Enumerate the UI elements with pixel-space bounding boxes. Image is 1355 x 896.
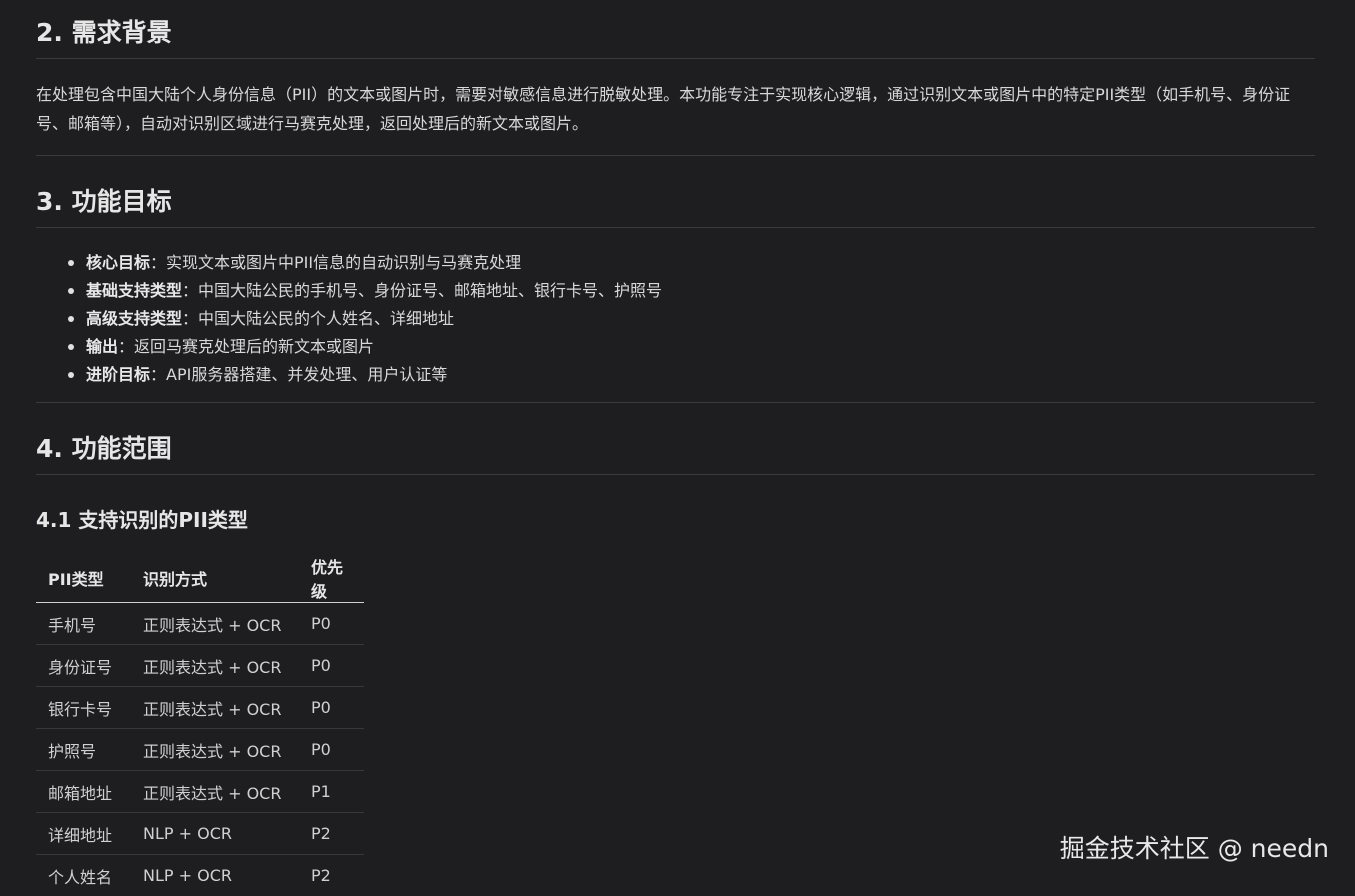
table-row: 手机号 正则表达式 + OCR P0 (36, 603, 364, 645)
goal-text: 返回马赛克处理后的新文本或图片 (134, 337, 374, 356)
table-row: 银行卡号 正则表达式 + OCR P0 (36, 687, 364, 729)
goal-item-basic-types: 基础支持类型：中国大陆公民的手机号、身份证号、邮箱地址、银行卡号、护照号 (86, 277, 1315, 305)
goal-key: 高级支持类型 (86, 309, 182, 328)
goal-key: 核心目标 (86, 253, 150, 272)
goal-sep: ： (150, 365, 166, 384)
cell-pii-type: 银行卡号 (36, 687, 131, 729)
cell-pii-type: 邮箱地址 (36, 771, 131, 813)
section-heading-background: 2. 需求背景 (36, 17, 1315, 59)
section-heading-scope: 4. 功能范围 (36, 433, 1315, 475)
table-row: 个人姓名 NLP + OCR P2 (36, 855, 364, 896)
cell-pii-type: 护照号 (36, 729, 131, 771)
goal-text: 中国大陆公民的个人姓名、详细地址 (198, 309, 454, 328)
background-paragraph: 在处理包含中国大陆个人身份信息（PII）的文本或图片时，需要对敏感信息进行脱敏处… (36, 80, 1315, 138)
section-divider (36, 402, 1315, 403)
pii-types-table: PII类型 识别方式 优先级 手机号 正则表达式 + OCR P0 身份证号 正… (36, 554, 364, 896)
goal-sep: ： (182, 309, 198, 328)
column-header-pii-type: PII类型 (36, 554, 131, 603)
goals-list: 核心目标：实现文本或图片中PII信息的自动识别与马赛克处理 基础支持类型：中国大… (36, 249, 1315, 389)
cell-priority: P0 (299, 729, 364, 771)
goal-text: 中国大陆公民的手机号、身份证号、邮箱地址、银行卡号、护照号 (198, 281, 662, 300)
cell-method: NLP + OCR (131, 813, 299, 855)
cell-priority: P1 (299, 771, 364, 813)
cell-priority: P0 (299, 603, 364, 645)
cell-pii-type: 详细地址 (36, 813, 131, 855)
goal-item-advanced-goals: 进阶目标：API服务器搭建、并发处理、用户认证等 (86, 361, 1315, 389)
cell-priority: P0 (299, 645, 364, 687)
section-divider (36, 155, 1315, 156)
cell-priority: P2 (299, 855, 364, 896)
goal-sep: ： (182, 281, 198, 300)
goal-item-advanced-types: 高级支持类型：中国大陆公民的个人姓名、详细地址 (86, 305, 1315, 333)
goal-text: API服务器搭建、并发处理、用户认证等 (166, 365, 447, 384)
table-header-row: PII类型 识别方式 优先级 (36, 554, 364, 603)
goal-key: 进阶目标 (86, 365, 150, 384)
cell-priority: P2 (299, 813, 364, 855)
section-heading-goals: 3. 功能目标 (36, 186, 1315, 228)
goal-sep: ： (150, 253, 166, 272)
cell-method: 正则表达式 + OCR (131, 645, 299, 687)
goal-item-output: 输出：返回马赛克处理后的新文本或图片 (86, 333, 1315, 361)
cell-pii-type: 手机号 (36, 603, 131, 645)
cell-pii-type: 个人姓名 (36, 855, 131, 896)
cell-method: 正则表达式 + OCR (131, 687, 299, 729)
watermark: 掘金技术社区 @ needn (1060, 831, 1329, 867)
cell-method: NLP + OCR (131, 855, 299, 896)
table-row: 邮箱地址 正则表达式 + OCR P1 (36, 771, 364, 813)
subsection-heading-pii-types: 4.1 支持识别的PII类型 (36, 505, 248, 535)
goal-key: 输出 (86, 337, 118, 356)
goal-key: 基础支持类型 (86, 281, 182, 300)
column-header-method: 识别方式 (131, 554, 299, 603)
cell-method: 正则表达式 + OCR (131, 729, 299, 771)
table-row: 详细地址 NLP + OCR P2 (36, 813, 364, 855)
table-row: 身份证号 正则表达式 + OCR P0 (36, 645, 364, 687)
cell-method: 正则表达式 + OCR (131, 771, 299, 813)
goal-item-core: 核心目标：实现文本或图片中PII信息的自动识别与马赛克处理 (86, 249, 1315, 277)
cell-priority: P0 (299, 687, 364, 729)
goal-sep: ： (118, 337, 134, 356)
table-row: 护照号 正则表达式 + OCR P0 (36, 729, 364, 771)
cell-pii-type: 身份证号 (36, 645, 131, 687)
cell-method: 正则表达式 + OCR (131, 603, 299, 645)
column-header-priority: 优先级 (299, 554, 364, 603)
goal-text: 实现文本或图片中PII信息的自动识别与马赛克处理 (166, 253, 521, 272)
